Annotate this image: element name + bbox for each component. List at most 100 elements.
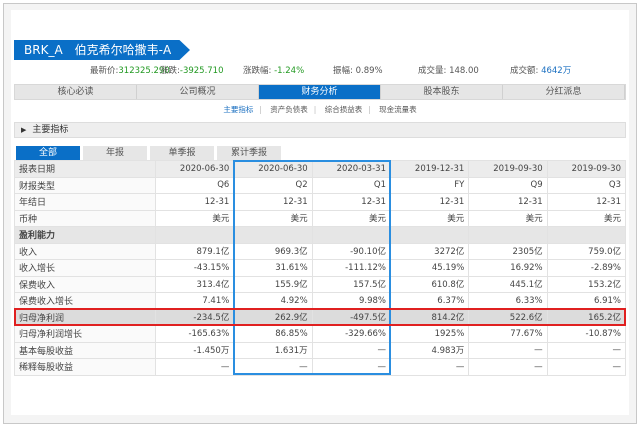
table-cell: 2019-09-30 xyxy=(546,160,627,178)
table-cell: 153.2亿 xyxy=(546,275,627,293)
table-cell: 12-31 xyxy=(233,193,313,211)
table-cell: — xyxy=(546,341,627,359)
stock-name: 伯克希尔哈撒韦-A xyxy=(74,43,172,57)
volume-stat: 成交量: 148.00 xyxy=(418,64,479,78)
main-tabs: 核心必读 公司概况 财务分析 股本股东 分红派息 xyxy=(14,84,626,100)
table-cell: 155.9亿 xyxy=(233,275,313,293)
table-row: 稀释每股收益 — — — — — — xyxy=(14,358,627,376)
row-label: 币种 xyxy=(14,209,156,227)
table-cell: 262.9亿 xyxy=(233,308,313,326)
pct-value: -1.24% xyxy=(274,66,305,76)
table-cell: 美元 xyxy=(154,209,235,227)
table-row: 收入 879.1亿 969.3亿 -90.10亿 3272亿 2305亿 759.0亿 xyxy=(14,242,627,260)
table-cell: -2.89% xyxy=(546,259,627,277)
stock-title-banner: BRK_A 伯克希尔哈撒韦-A xyxy=(14,40,190,60)
table-cell: 31.61% xyxy=(233,259,313,277)
row-label: 盈利能力 xyxy=(14,226,156,244)
table-cell: 1925% xyxy=(389,325,470,343)
tab-shareholders[interactable]: 股本股东 xyxy=(381,85,503,99)
table-row: 保费收入增长 7.41% 4.92% 9.98% 6.37% 6.33% 6.91% xyxy=(14,292,627,310)
amount-value: 4642万 xyxy=(541,66,572,76)
table-group-row: 盈利能力 xyxy=(14,226,627,244)
table-cell: 12-31 xyxy=(311,193,391,211)
change-label: 涨跌: xyxy=(160,66,180,76)
subtab-cash-flow[interactable]: 现金流量表 xyxy=(379,105,417,114)
indicator-table: 报表日期 2020-06-30 2020-06-30 2020-03-31 2019-1… xyxy=(14,160,627,376)
change-stat: 涨跌:-3925.710 xyxy=(160,64,224,78)
amp-stat: 振幅: 0.89% xyxy=(333,64,383,78)
amp-value: 0.89% xyxy=(355,66,383,76)
table-cell: 610.8亿 xyxy=(389,275,470,293)
table-cell: 美元 xyxy=(233,209,313,227)
table-cell: Q2 xyxy=(233,176,313,194)
table-cell: 美元 xyxy=(389,209,470,227)
table-cell: -10.87% xyxy=(546,325,627,343)
subtab-main-indicators[interactable]: 主要指标 xyxy=(223,105,253,114)
row-label: 年结日 xyxy=(14,193,156,211)
volume-label: 成交量: xyxy=(418,66,447,76)
volume-value: 148.00 xyxy=(449,66,479,76)
table-cell: 445.1亿 xyxy=(468,275,548,293)
table-cell: -111.12% xyxy=(311,259,391,277)
table-cell: -329.66% xyxy=(311,325,391,343)
row-label: 保费收入 xyxy=(14,275,156,293)
table-cell: 9.98% xyxy=(311,292,391,310)
row-label: 保费收入增长 xyxy=(14,292,156,310)
subtab-income-statement[interactable]: 综合损益表 xyxy=(325,105,363,114)
table-cell: -165.63% xyxy=(154,325,235,343)
table-cell: 2019-12-31 xyxy=(389,160,470,178)
table-cell: 522.6亿 xyxy=(468,308,548,326)
pct-stat: 涨跌幅: -1.24% xyxy=(243,64,304,78)
row-label: 归母净利润 xyxy=(14,308,156,326)
table-cell: Q3 xyxy=(546,176,627,194)
tab-finance[interactable]: 财务分析 xyxy=(259,85,381,99)
table-cell: — xyxy=(311,341,391,359)
table-cell: 2020-06-30 xyxy=(154,160,235,178)
table-cell: 2020-06-30 xyxy=(233,160,313,178)
table-cell: 美元 xyxy=(546,209,627,227)
table-cell: 313.4亿 xyxy=(154,275,235,293)
table-cell: — xyxy=(468,358,548,376)
section-header[interactable]: ▶ 主要指标 xyxy=(14,122,626,138)
table-cell: 86.85% xyxy=(233,325,313,343)
table-cell: -234.5亿 xyxy=(154,308,235,326)
table-row: 归母净利润增长 -165.63% 86.85% -329.66% 1925% 77.67%… xyxy=(14,325,627,343)
table-cell: Q6 xyxy=(154,176,235,194)
amount-label: 成交额: xyxy=(510,66,539,76)
tab-company[interactable]: 公司概况 xyxy=(137,85,259,99)
table-cell: 814.2亿 xyxy=(389,308,470,326)
filter-annual[interactable]: 年报 xyxy=(83,146,147,160)
filter-quarterly[interactable]: 单季报 xyxy=(150,146,214,160)
table-cell: 77.67% xyxy=(468,325,548,343)
table-cell: Q9 xyxy=(468,176,548,194)
table-cell: 2305亿 xyxy=(468,242,548,260)
table-cell: 3272亿 xyxy=(389,242,470,260)
price-stat: 最新价:312325.290 xyxy=(90,64,170,78)
table-cell: 6.37% xyxy=(389,292,470,310)
table-cell: — xyxy=(311,358,391,376)
table-cell: -497.5亿 xyxy=(311,308,391,326)
tab-dividends[interactable]: 分红派息 xyxy=(503,85,625,99)
row-label: 收入增长 xyxy=(14,259,156,277)
table-cell xyxy=(311,226,391,244)
table-cell: -1.450万 xyxy=(154,341,235,359)
table-cell: 7.41% xyxy=(154,292,235,310)
subtab-balance-sheet[interactable]: 资产负债表 xyxy=(270,105,308,114)
table-cell: -43.15% xyxy=(154,259,235,277)
row-label: 收入 xyxy=(14,242,156,260)
table-cell: 879.1亿 xyxy=(154,242,235,260)
table-row: 保费收入 313.4亿 155.9亿 157.5亿 610.8亿 445.1亿 153.2亿 xyxy=(14,275,627,293)
table-cell: 12-31 xyxy=(154,193,235,211)
table-cell: 165.2亿 xyxy=(546,308,627,326)
table-cell xyxy=(233,226,313,244)
table-row: 归母净利润 -234.5亿 262.9亿 -497.5亿 814.2亿 522.6亿 165… xyxy=(14,308,627,326)
row-label: 财报类型 xyxy=(14,176,156,194)
price-label: 最新价: xyxy=(90,66,119,76)
quote-stats: 最新价:312325.290 涨跌:-3925.710 涨跌幅: -1.24% … xyxy=(0,64,640,78)
table-cell: Q1 xyxy=(311,176,391,194)
filter-all[interactable]: 全部 xyxy=(16,146,80,160)
tab-core[interactable]: 核心必读 xyxy=(15,85,137,99)
table-cell: 969.3亿 xyxy=(233,242,313,260)
table-cell: 12-31 xyxy=(468,193,548,211)
filter-cumulative[interactable]: 累计季报 xyxy=(217,146,281,160)
